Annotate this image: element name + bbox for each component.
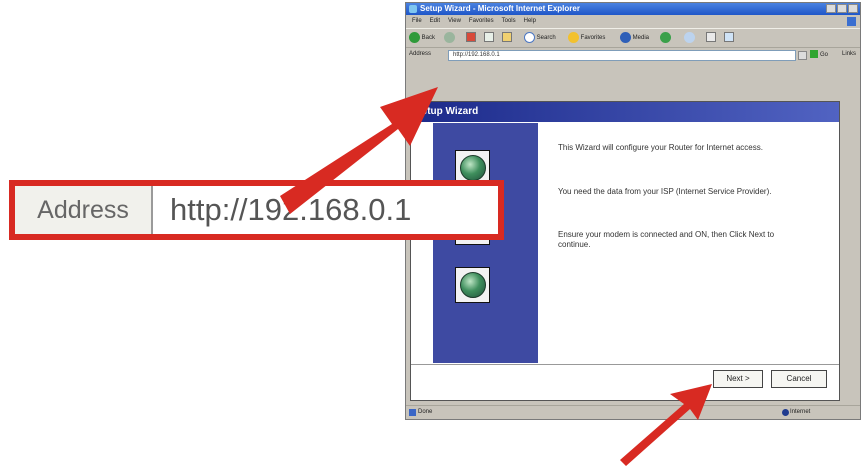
window-titlebar: Setup Wizard - Microsoft Internet Explor…	[406, 3, 860, 15]
address-bar: Address http://192.168.0.1 Go Links	[406, 48, 860, 63]
menu-help[interactable]: Help	[524, 16, 536, 27]
menu-tools[interactable]: Tools	[502, 16, 516, 27]
stop-button[interactable]	[466, 32, 476, 44]
history-icon	[660, 32, 671, 43]
media-button[interactable]: Media	[620, 32, 649, 44]
window-title: Setup Wizard - Microsoft Internet Explor…	[420, 4, 580, 13]
status-text: Done	[418, 409, 433, 415]
edit-button[interactable]	[724, 32, 734, 44]
favorites-button[interactable]: Favorites	[568, 32, 605, 44]
search-icon	[524, 32, 535, 43]
next-button[interactable]: Next >	[713, 370, 763, 388]
windows-logo-icon	[847, 17, 856, 26]
print-icon	[706, 32, 716, 43]
stop-icon	[466, 32, 476, 43]
back-button[interactable]: Back	[409, 32, 435, 44]
menu-bar: File Edit View Favorites Tools Help	[406, 16, 860, 27]
cancel-button[interactable]: Cancel	[771, 370, 827, 388]
close-button[interactable]	[848, 4, 858, 13]
menu-view[interactable]: View	[448, 16, 461, 27]
address-input[interactable]: http://192.168.0.1	[448, 50, 796, 61]
mail-icon	[684, 32, 695, 43]
forward-button[interactable]	[444, 32, 455, 44]
print-button[interactable]	[706, 32, 716, 44]
address-callout: Address http://192.168.0.1	[9, 180, 504, 240]
address-dropdown-icon[interactable]	[798, 51, 807, 60]
page-done-icon	[409, 409, 416, 416]
menu-file[interactable]: File	[412, 16, 422, 27]
zone-label: Internet	[790, 409, 811, 415]
go-arrow-icon	[810, 50, 818, 59]
home-button[interactable]	[502, 32, 512, 44]
wizard-modem-text: Ensure your modem is connected and ON, t…	[558, 230, 775, 249]
security-zone: Internet	[780, 406, 850, 418]
search-label: Search	[536, 35, 556, 42]
menu-favorites[interactable]: Favorites	[469, 16, 494, 27]
search-button[interactable]: Search	[524, 32, 556, 44]
ie-icon	[409, 5, 417, 13]
back-arrow-icon	[409, 32, 420, 43]
standard-toolbar: Back Search Favorites Media	[406, 28, 860, 48]
links-button[interactable]: Links	[842, 51, 856, 57]
status-bar: Done Internet	[406, 405, 860, 419]
divider	[411, 364, 839, 365]
favorites-label: Favorites	[580, 35, 606, 42]
favorites-star-icon	[568, 32, 579, 43]
edit-icon	[724, 32, 734, 43]
minimize-button[interactable]	[826, 4, 836, 13]
history-button[interactable]	[660, 32, 671, 44]
callout-url: http://192.168.0.1	[170, 192, 412, 227]
home-icon	[502, 32, 512, 43]
forward-arrow-icon	[444, 32, 455, 43]
go-button[interactable]: Go	[810, 50, 828, 61]
media-icon	[620, 32, 631, 43]
wizard-page: Setup Wizard This Wizard will configure …	[410, 101, 840, 401]
refresh-button[interactable]	[484, 32, 494, 44]
go-label: Go	[820, 52, 829, 58]
back-label: Back	[421, 35, 436, 42]
wizard-isp-text: You need the data from your ISP (Interne…	[558, 187, 772, 196]
address-label: Address	[409, 51, 432, 57]
internet-zone-icon	[782, 409, 789, 416]
refresh-icon	[484, 32, 494, 43]
wizard-intro-text: This Wizard will configure your Router f…	[558, 143, 763, 152]
menu-edit[interactable]: Edit	[430, 16, 440, 27]
wizard-title: Setup Wizard	[411, 102, 839, 122]
wizard-sidebar	[433, 123, 538, 363]
mail-button[interactable]	[684, 32, 695, 44]
callout-address-label: Address	[15, 186, 153, 234]
media-label: Media	[632, 35, 650, 42]
globe-icon	[455, 267, 490, 303]
maximize-button[interactable]	[837, 4, 847, 13]
